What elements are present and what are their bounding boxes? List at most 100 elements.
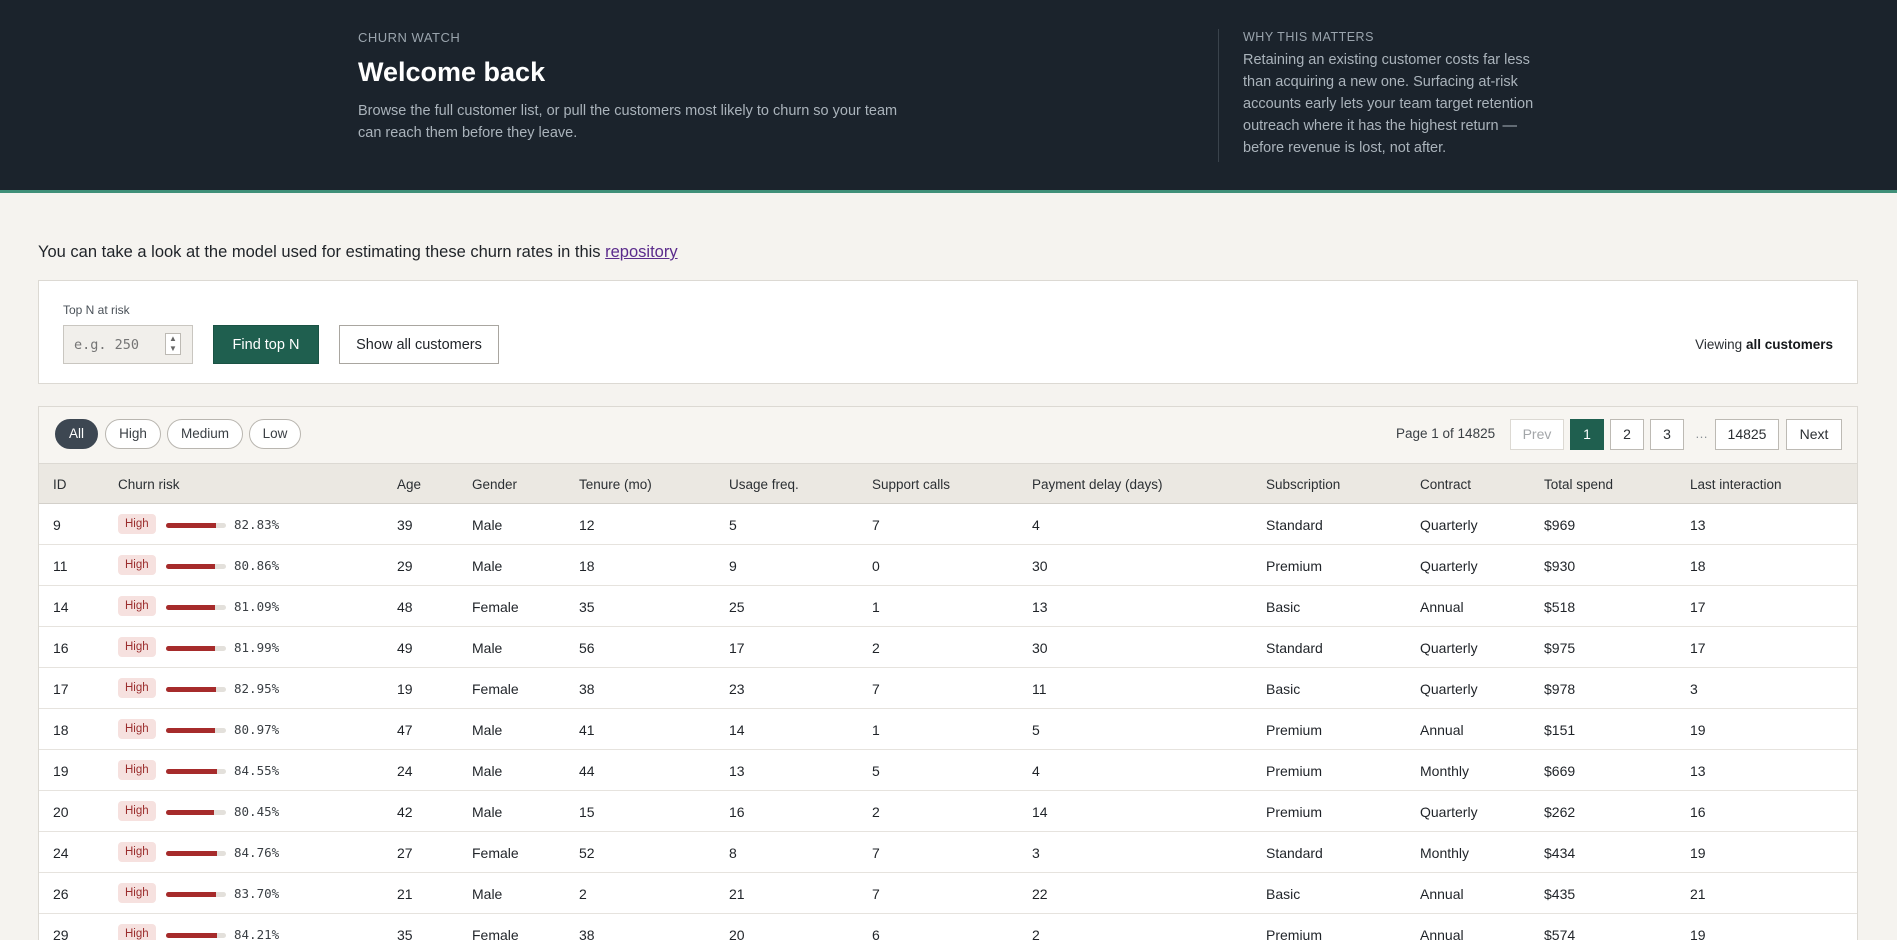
- risk-percentage: 84.55%: [234, 763, 280, 778]
- cell-total-spend: $669: [1544, 763, 1576, 779]
- stepper-icon[interactable]: ▲ ▼: [165, 333, 181, 355]
- table-toolbar: All High Medium Low Page 1 of 14825 Prev…: [39, 407, 1857, 463]
- risk-percentage: 82.95%: [234, 681, 280, 696]
- risk-meter: [166, 687, 226, 692]
- risk-meter-fill: [166, 892, 217, 897]
- column-header-gender: Gender: [472, 477, 518, 492]
- cell-usage: 20: [729, 927, 745, 940]
- repository-note: You can take a look at the model used fo…: [38, 243, 678, 262]
- filter-chip-low[interactable]: Low: [249, 419, 301, 449]
- table-row[interactable]: 11 29 Male 18 9 0 30 Premium Quarterly $930 18 High…: [39, 545, 1857, 586]
- next-page-button[interactable]: Next: [1786, 419, 1842, 450]
- risk-meter-fill: [166, 851, 217, 856]
- cell-usage: 16: [729, 804, 745, 820]
- cell-tenure: 38: [579, 681, 595, 697]
- risk-meter-fill: [166, 810, 215, 815]
- table-row[interactable]: 16 49 Male 56 17 2 30 Standard Quarterly $975 17 Hi…: [39, 627, 1857, 668]
- repository-link[interactable]: repository: [605, 243, 677, 261]
- cell-last-interaction: 3: [1690, 681, 1698, 697]
- cell-subscription: Standard: [1266, 517, 1323, 533]
- cell-gender: Male: [472, 640, 503, 656]
- cell-gender: Male: [472, 804, 503, 820]
- filter-chip-medium[interactable]: Medium: [167, 419, 243, 449]
- cell-payment-delay: 30: [1032, 558, 1048, 574]
- why-text: Retaining an existing customer costs far…: [1243, 52, 1534, 156]
- table-row[interactable]: 19 24 Male 44 13 5 4 Premium Monthly $669 13 High 84…: [39, 750, 1857, 791]
- cell-total-spend: $151: [1544, 722, 1576, 738]
- risk-meter-fill: [166, 728, 215, 733]
- risk-percentage: 83.70%: [234, 886, 280, 901]
- cell-contract: Annual: [1420, 599, 1464, 615]
- cell-subscription: Basic: [1266, 599, 1301, 615]
- cell-payment-delay: 5: [1032, 722, 1040, 738]
- risk-meter-fill: [166, 687, 216, 692]
- cell-age: 47: [397, 722, 413, 738]
- cell-id: 9: [53, 517, 61, 533]
- column-header-total-spend: Total spend: [1544, 477, 1614, 492]
- table-row[interactable]: 26 21 Male 2 21 7 22 Basic Annual $435 21 High 83.70…: [39, 873, 1857, 914]
- cell-last-interaction: 16: [1690, 804, 1706, 820]
- cell-contract: Quarterly: [1420, 681, 1478, 697]
- cell-contract: Quarterly: [1420, 558, 1478, 574]
- cell-contract: Monthly: [1420, 763, 1470, 779]
- cell-support-calls: 1: [872, 599, 880, 615]
- table-row[interactable]: 9 39 Male 12 5 7 4 Standard Quarterly $969 13 High 8…: [39, 504, 1857, 545]
- cell-id: 14: [53, 599, 69, 615]
- table-row[interactable]: 14 48 Female 35 25 1 13 Basic Annual $518 17 High 81…: [39, 586, 1857, 627]
- risk-percentage: 80.45%: [234, 804, 280, 819]
- table-row[interactable]: 20 42 Male 15 16 2 14 Premium Quarterly $262 16 Hig…: [39, 791, 1857, 832]
- cell-last-interaction: 19: [1690, 927, 1706, 940]
- prev-page-button[interactable]: Prev: [1510, 419, 1564, 450]
- column-header-tenure: Tenure (mo): [579, 477, 652, 492]
- cell-contract: Annual: [1420, 722, 1464, 738]
- table-row[interactable]: 18 47 Male 41 14 1 5 Premium Annual $151 19 High 80.…: [39, 709, 1857, 750]
- cell-age: 42: [397, 804, 413, 820]
- table-body: 9 39 Male 12 5 7 4 Standard Quarterly $969 13 High 8…: [39, 504, 1857, 940]
- risk-percentage: 82.83%: [234, 517, 280, 532]
- cell-usage: 9: [729, 558, 737, 574]
- hero-intro: CHURN WATCH Welcome back Browse the full…: [358, 30, 898, 144]
- cell-subscription: Standard: [1266, 640, 1323, 656]
- cell-subscription: Basic: [1266, 681, 1301, 697]
- risk-meter: [166, 810, 226, 815]
- last-page-button[interactable]: 14825: [1715, 419, 1779, 450]
- cell-support-calls: 5: [872, 763, 880, 779]
- table-row[interactable]: 24 27 Female 52 8 7 3 Standard Monthly $434 19 High…: [39, 832, 1857, 873]
- show-all-customers-button[interactable]: Show all customers: [339, 325, 499, 364]
- filter-chip-all[interactable]: All: [55, 419, 98, 449]
- cell-tenure: 12: [579, 517, 595, 533]
- cell-usage: 25: [729, 599, 745, 615]
- cell-total-spend: $930: [1544, 558, 1576, 574]
- page-info: Page 1 of 14825: [1396, 426, 1496, 441]
- risk-meter: [166, 728, 226, 733]
- risk-meter-fill: [166, 523, 216, 528]
- cell-tenure: 38: [579, 927, 595, 940]
- page-button-2[interactable]: 2: [1610, 419, 1644, 450]
- cell-id: 11: [53, 558, 68, 574]
- cell-total-spend: $574: [1544, 927, 1576, 940]
- cell-subscription: Premium: [1266, 722, 1323, 738]
- risk-badge: High: [118, 883, 156, 903]
- column-header-support-calls: Support calls: [872, 477, 951, 492]
- cell-contract: Annual: [1420, 886, 1464, 902]
- cell-total-spend: $518: [1544, 599, 1576, 615]
- page-button-3[interactable]: 3: [1650, 419, 1684, 450]
- viewing-status: Viewing all customers: [1695, 325, 1833, 364]
- cell-subscription: Premium: [1266, 804, 1323, 820]
- cell-tenure: 41: [579, 722, 595, 738]
- table-row[interactable]: 29 35 Female 38 20 6 2 Premium Annual $574 19 High 8…: [39, 914, 1857, 940]
- column-header-subscription: Subscription: [1266, 477, 1341, 492]
- column-header-contract: Contract: [1420, 477, 1472, 492]
- table-header: ID Churn risk Age Gender Tenure (mo) Usa…: [39, 463, 1857, 504]
- top-n-label: Top N at risk: [63, 303, 130, 317]
- cell-id: 18: [53, 722, 69, 738]
- find-top-n-button[interactable]: Find top N: [213, 325, 319, 364]
- cell-total-spend: $975: [1544, 640, 1576, 656]
- cell-last-interaction: 17: [1690, 640, 1706, 656]
- table-row[interactable]: 17 19 Female 38 23 7 11 Basic Quarterly $978 3 High…: [39, 668, 1857, 709]
- page-button-1[interactable]: 1: [1570, 419, 1604, 450]
- cell-id: 19: [53, 763, 69, 779]
- filter-chip-high[interactable]: High: [105, 419, 161, 449]
- viewing-prefix: Viewing: [1695, 337, 1746, 352]
- cell-age: 35: [397, 927, 413, 940]
